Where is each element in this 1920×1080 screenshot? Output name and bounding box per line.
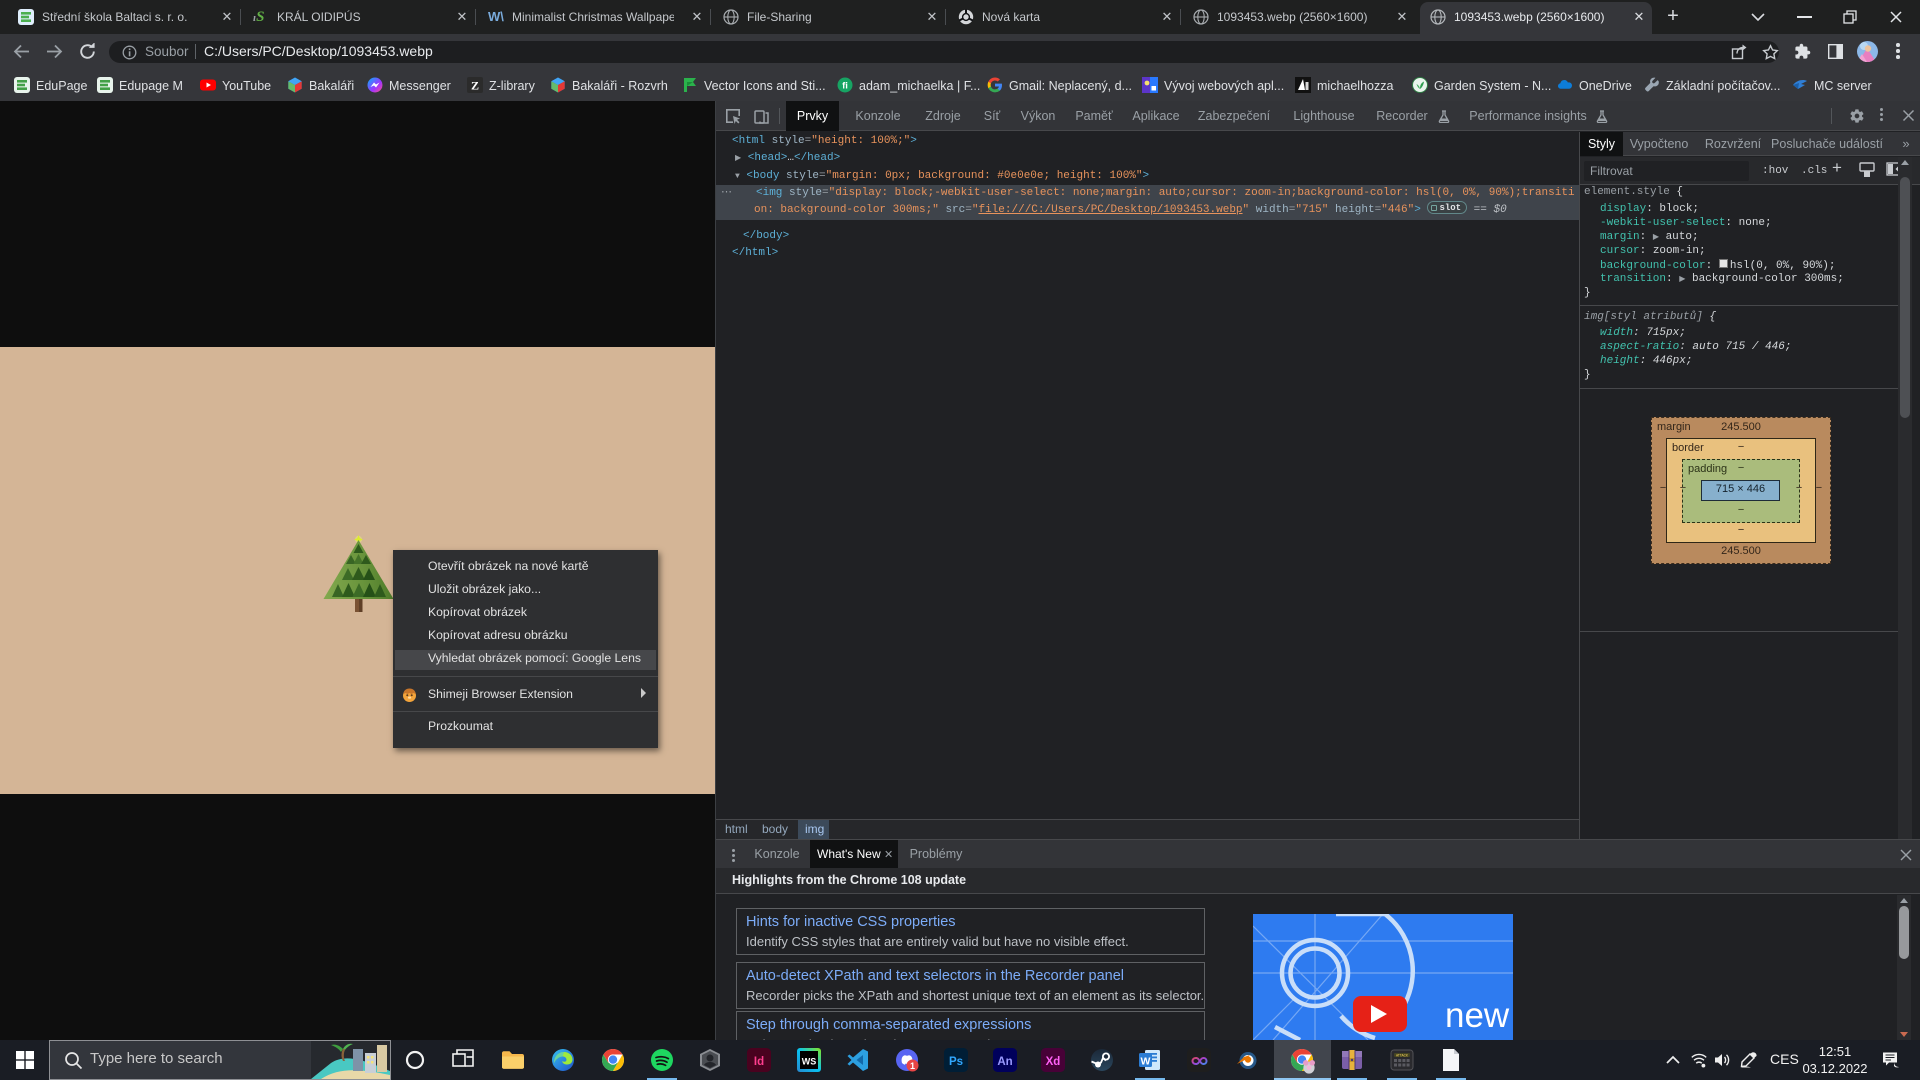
svg-text:1: 1 bbox=[910, 1061, 915, 1071]
svg-text:Xd: Xd bbox=[1046, 1056, 1061, 1068]
svg-text:new: new bbox=[1445, 996, 1510, 1035]
svg-text:Ps: Ps bbox=[949, 1056, 963, 1068]
svg-text:ATTACK: ATTACK bbox=[1396, 1053, 1409, 1057]
svg-text:fi: fi bbox=[842, 81, 848, 92]
svg-text:W: W bbox=[1141, 1056, 1151, 1068]
svg-text:Id: Id bbox=[754, 1056, 764, 1068]
svg-text:An: An bbox=[997, 1056, 1012, 1068]
svg-text:Z: Z bbox=[471, 79, 479, 93]
svg-text:WS: WS bbox=[802, 1057, 817, 1067]
